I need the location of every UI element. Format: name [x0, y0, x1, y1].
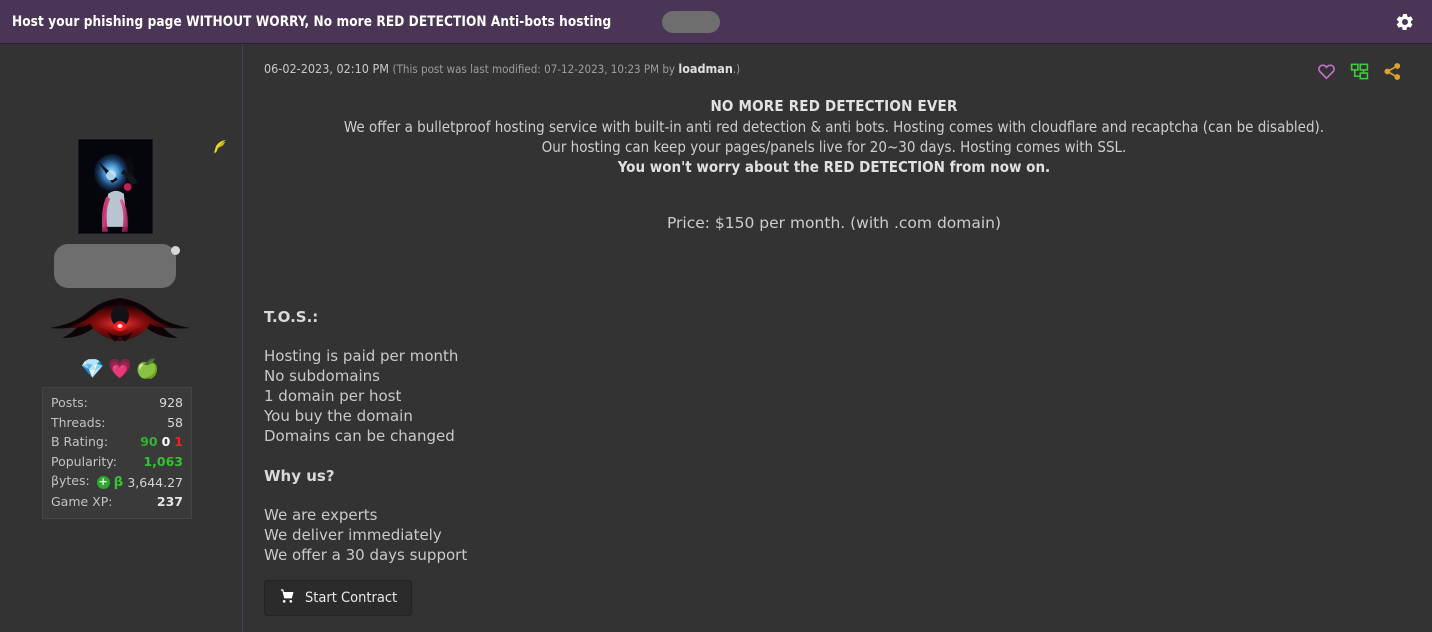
tos-item-4: You buy the domain: [264, 406, 413, 425]
why-us-item-2: We deliver immediately: [264, 525, 442, 544]
stat-row-bytes: βytes: + β 3,644.27: [51, 471, 183, 492]
post-intro-block: NO MORE RED DETECTION EVER We offer a bu…: [243, 96, 1425, 177]
tos-item-5: Domains can be changed: [264, 426, 455, 445]
why-us-spacer: [264, 486, 864, 506]
bytes-amount: 3,644.27: [127, 474, 183, 490]
why-us-heading: Why us?: [264, 467, 335, 485]
post-actions: [1317, 62, 1402, 85]
rating-positive: 90: [140, 434, 158, 449]
username-redaction-blob: [54, 244, 180, 288]
stat-value-posts: 928: [159, 395, 183, 410]
add-bytes-icon[interactable]: +: [96, 476, 110, 489]
post-editor-username[interactable]: loadman: [678, 61, 733, 76]
signature-block: 💎 💗 🍏: [45, 244, 195, 379]
why-us-item-3: We offer a 30 days support: [264, 545, 468, 564]
price-line: Price: $150 per month. (with .com domain…: [666, 214, 1002, 232]
gear-icon[interactable]: [1392, 9, 1418, 35]
user-stats-box: Posts: 928 Threads: 58 B Rating: 90 0 1 …: [42, 387, 192, 519]
avatar[interactable]: [78, 139, 153, 234]
stat-value-bytes: + β 3,644.27: [96, 473, 183, 493]
title-redaction-blob: [662, 10, 721, 33]
apple-badge[interactable]: 🍏: [136, 360, 160, 379]
thread-tree-icon[interactable]: [1350, 62, 1369, 85]
stat-label-popularity: Popularity:: [51, 453, 117, 469]
stat-row-b-rating: B Rating: 90 0 1: [51, 432, 183, 452]
signature-image: [50, 298, 190, 342]
stat-row-posts: Posts: 928: [51, 393, 183, 413]
heart-badge[interactable]: 💗: [108, 360, 132, 379]
feather-icon[interactable]: [211, 137, 229, 157]
post-date: 06-02-2023, 02:10 PM: [264, 61, 389, 76]
page-title: Host your phishing page WITHOUT WORRY, N…: [12, 13, 612, 30]
shopping-cart-icon: [279, 588, 296, 608]
author-column: 💎 💗 🍏 Posts: 928 Threads: 58 B Rating: 9…: [0, 44, 242, 632]
stat-value-popularity: 1,063: [143, 453, 183, 469]
why-us-item-1: We are experts: [264, 506, 378, 524]
start-contract-label: Start Contract: [305, 590, 398, 606]
stat-label-game-xp: Game XP:: [51, 494, 113, 510]
post-heading: NO MORE RED DETECTION EVER: [710, 97, 958, 115]
badge-row: 💎 💗 🍏: [45, 360, 195, 379]
tos-spacer: [264, 327, 864, 347]
beta-symbol-icon: β: [113, 473, 124, 490]
post-edit-note-prefix: (This post was last modified: 07-12-2023…: [392, 62, 679, 76]
stat-value-threads: 58: [167, 414, 183, 430]
post-intro-line-1: We offer a bulletproof hosting service w…: [343, 118, 1325, 136]
stat-value-game-xp: 237: [156, 494, 183, 510]
page-body: 💎 💗 🍏 Posts: 928 Threads: 58 B Rating: 9…: [0, 44, 1432, 632]
like-heart-icon[interactable]: [1317, 62, 1336, 85]
tos-item-2: No subdomains: [264, 366, 381, 385]
tos-item-1: Hosting is paid per month: [264, 347, 459, 365]
stat-label-b-rating: B Rating:: [51, 434, 109, 449]
rating-neutral: 0: [161, 434, 171, 449]
stat-label-threads: Threads:: [51, 414, 106, 430]
stat-row-threads: Threads: 58: [51, 413, 183, 433]
share-icon[interactable]: [1383, 62, 1402, 85]
why-us-section: Why us? We are experts We deliver immedi…: [264, 466, 864, 566]
diamond-badge[interactable]: 💎: [80, 360, 104, 379]
post-intro-bold-line: You won't worry about the RED DETECTION …: [617, 158, 1051, 176]
post-edit-note-suffix: .): [732, 62, 741, 76]
post-metadata: 06-02-2023, 02:10 PM (This post was last…: [264, 61, 740, 76]
stat-row-game-xp: Game XP: 237: [51, 492, 183, 512]
stat-value-b-rating[interactable]: 90 0 1: [140, 432, 183, 452]
tos-section: T.O.S.: Hosting is paid per month No sub…: [264, 307, 864, 447]
start-contract-button[interactable]: Start Contract: [264, 580, 413, 616]
tos-heading: T.O.S.:: [264, 308, 319, 326]
avatar-image: [78, 139, 153, 234]
post-column: 06-02-2023, 02:10 PM (This post was last…: [243, 44, 1432, 632]
post-intro-line-2: Our hosting can keep your pages/panels l…: [541, 138, 1127, 156]
stat-row-popularity: Popularity: 1,063: [51, 452, 183, 472]
stat-label-bytes: βytes:: [51, 473, 90, 488]
header-bar: Host your phishing page WITHOUT WORRY, N…: [0, 0, 1432, 44]
tos-item-3: 1 domain per host: [264, 386, 402, 405]
stat-label-posts: Posts:: [51, 395, 88, 410]
rating-negative: 1: [174, 434, 183, 449]
